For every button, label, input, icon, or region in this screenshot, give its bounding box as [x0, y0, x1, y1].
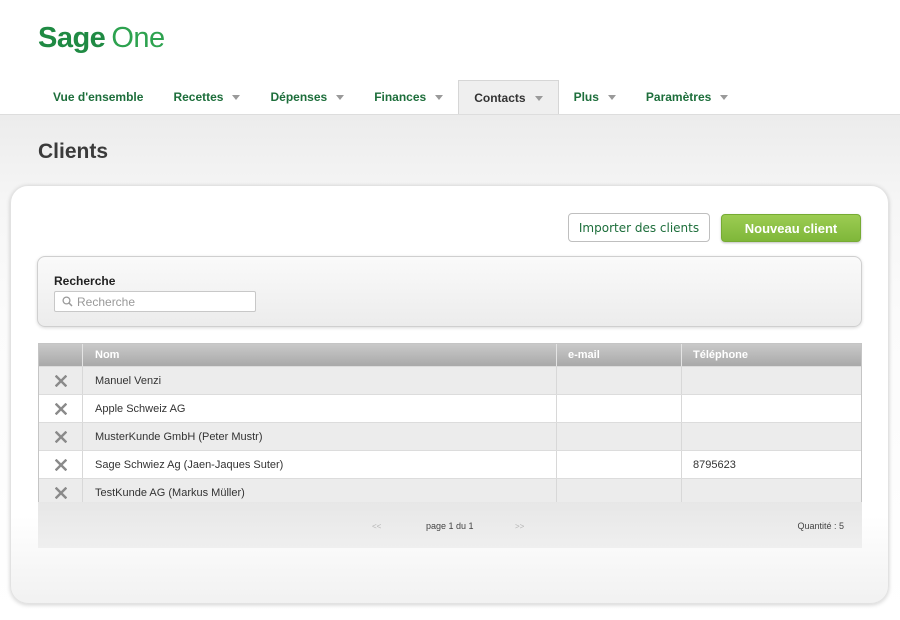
column-header-email[interactable]: e-mail — [557, 344, 682, 366]
sage-one-logo[interactable]: Sage One — [38, 22, 165, 55]
nav-plus[interactable]: Plus — [559, 80, 631, 114]
nav-vue-ensemble[interactable]: Vue d'ensemble — [38, 80, 158, 114]
new-client-button[interactable]: Nouveau client — [721, 214, 861, 242]
client-phone — [682, 423, 861, 450]
chevron-down-icon — [534, 95, 543, 101]
table-row[interactable]: Sage Schwiez Ag (Jaen-Jaques Suter) 8795… — [39, 450, 861, 478]
chevron-down-icon — [336, 95, 345, 100]
logo-part-2: One — [111, 22, 165, 54]
delete-x-icon[interactable] — [54, 430, 67, 443]
search-icon — [62, 296, 73, 307]
client-email — [557, 367, 682, 394]
quantity-count: Quantité : 5 — [797, 521, 844, 531]
prev-page-button[interactable]: << — [372, 522, 381, 531]
client-name[interactable]: Apple Schweiz AG — [83, 395, 557, 422]
client-name[interactable]: MusterKunde GmbH (Peter Mustr) — [83, 423, 557, 450]
search-field[interactable] — [54, 291, 256, 312]
client-name[interactable]: Sage Schwiez Ag (Jaen-Jaques Suter) — [83, 451, 557, 478]
nav-finances[interactable]: Finances — [359, 80, 458, 114]
client-name[interactable]: Manuel Venzi — [83, 367, 557, 394]
search-label: Recherche — [54, 274, 116, 288]
chevron-down-icon — [607, 95, 616, 100]
chevron-down-icon — [435, 95, 444, 100]
nav-label: Plus — [573, 90, 599, 104]
client-email — [557, 451, 682, 478]
chevron-down-icon — [720, 95, 729, 100]
client-phone: 8795623 — [693, 458, 736, 471]
client-email — [557, 395, 682, 422]
search-panel: Recherche — [37, 256, 862, 327]
main-nav: Vue d'ensemble Recettes Dépenses Finance… — [38, 80, 743, 114]
nav-parametres[interactable]: Paramètres — [631, 80, 743, 114]
row-action-cell — [39, 367, 83, 394]
next-page-button[interactable]: >> — [515, 522, 524, 531]
chevron-down-icon — [232, 95, 241, 100]
nav-label: Contacts — [474, 90, 526, 105]
nav-contacts[interactable]: Contacts — [458, 80, 559, 114]
nav-label: Finances — [374, 90, 427, 104]
nav-label: Recettes — [173, 90, 224, 104]
column-header-actions — [39, 344, 83, 366]
pagination-bar: << page 1 du 1 >> Quantité : 5 — [38, 502, 862, 548]
table-row[interactable]: Manuel Venzi — [39, 366, 861, 394]
row-action-cell — [39, 451, 83, 478]
row-action-cell — [39, 423, 83, 450]
client-email — [557, 423, 682, 450]
nav-label: Paramètres — [645, 90, 712, 104]
delete-x-icon[interactable] — [54, 486, 67, 499]
page-title: Clients — [38, 140, 109, 163]
nav-label: Vue d'ensemble — [53, 90, 144, 104]
import-clients-button[interactable]: Importer des clients — [568, 213, 710, 242]
search-input[interactable] — [77, 292, 247, 311]
client-phone — [682, 395, 861, 422]
table-row[interactable]: Apple Schweiz AG — [39, 394, 861, 422]
column-header-telephone[interactable]: Téléphone — [682, 344, 861, 366]
delete-x-icon[interactable] — [54, 374, 67, 387]
client-phone — [682, 367, 861, 394]
row-action-cell — [39, 395, 83, 422]
delete-x-icon[interactable] — [54, 402, 67, 415]
table-row[interactable]: MusterKunde GmbH (Peter Mustr) — [39, 422, 861, 450]
logo-part-1: Sage — [38, 22, 106, 54]
table-header: Nom e-mail Téléphone — [39, 344, 861, 366]
delete-x-icon[interactable] — [54, 458, 67, 471]
nav-label: Dépenses — [270, 90, 328, 104]
page-indicator: page 1 du 1 — [426, 521, 474, 531]
clients-table: Nom e-mail Téléphone Manuel Venzi Apple … — [38, 343, 862, 507]
top-bar: Sage One Vue d'ensemble Recettes Dépenses… — [0, 0, 900, 114]
nav-depenses[interactable]: Dépenses — [255, 80, 359, 114]
column-header-nom[interactable]: Nom — [83, 344, 557, 366]
nav-recettes[interactable]: Recettes — [158, 80, 255, 114]
